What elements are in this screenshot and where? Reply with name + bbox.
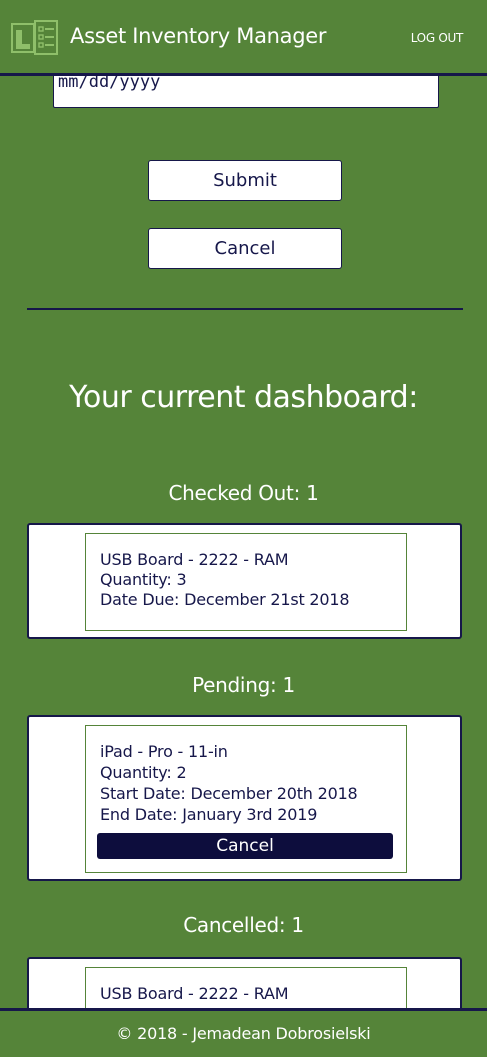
item-date-due: Date Due: December 21st 2018: [100, 590, 350, 609]
page: mm/dd/yyyy Submit Cancel Your current da…: [0, 0, 487, 1057]
app-header: Asset Inventory Manager LOG OUT: [0, 0, 487, 76]
item-name: USB Board - 2222 - RAM: [100, 984, 289, 1003]
item-quantity: Quantity: 3: [100, 570, 187, 589]
pending-item: iPad - Pro - 11-in Quantity: 2 Start Dat…: [85, 725, 407, 873]
inventory-checklist-icon: [11, 20, 58, 55]
item-name: USB Board - 2222 - RAM: [100, 550, 289, 569]
checked-out-item: USB Board - 2222 - RAM Quantity: 3 Date …: [85, 533, 407, 631]
checked-out-card: USB Board - 2222 - RAM Quantity: 3 Date …: [27, 523, 462, 639]
item-start-date: Start Date: December 20th 2018: [100, 784, 358, 803]
copyright-text: © 2018 - Jemadean Dobrosielski: [116, 1024, 371, 1043]
cancel-request-button[interactable]: Cancel: [97, 833, 393, 859]
app-title: Asset Inventory Manager: [70, 24, 327, 48]
cancel-button[interactable]: Cancel: [148, 228, 342, 269]
item-end-date: End Date: January 3rd 2019: [100, 805, 318, 824]
cancelled-heading: Cancelled: 1: [183, 913, 304, 937]
divider: [27, 308, 463, 310]
item-name: iPad - Pro - 11-in: [100, 742, 228, 761]
dashboard-heading: Your current dashboard:: [69, 380, 418, 415]
submit-button[interactable]: Submit: [148, 160, 342, 201]
pending-heading: Pending: 1: [192, 673, 295, 697]
checked-out-heading: Checked Out: 1: [168, 481, 319, 505]
logout-link[interactable]: LOG OUT: [411, 31, 464, 45]
item-quantity: Quantity: 2: [100, 763, 187, 782]
pending-card: iPad - Pro - 11-in Quantity: 2 Start Dat…: [27, 715, 462, 881]
app-footer: © 2018 - Jemadean Dobrosielski: [0, 1008, 487, 1057]
